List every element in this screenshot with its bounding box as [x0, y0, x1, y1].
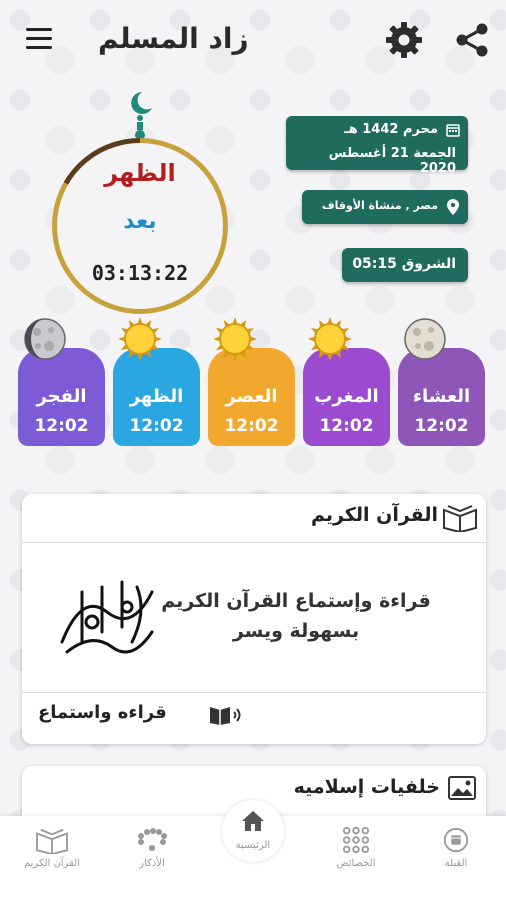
- crescent-ornament-icon: [131, 92, 152, 140]
- read-listen-button[interactable]: قراءه واستماع: [38, 702, 167, 723]
- prayer-time: 12:02: [34, 416, 89, 436]
- prayer-time: 12:02: [224, 416, 279, 436]
- share-icon[interactable]: [452, 20, 492, 60]
- prayer-card[interactable]: العصر 12:02: [208, 348, 295, 446]
- gear-icon[interactable]: [384, 20, 424, 60]
- sun-icon: [213, 317, 257, 361]
- sunrise-pill: الشروق 05:15: [342, 248, 468, 282]
- image-icon: [448, 776, 476, 800]
- nav-quran-label: القرآن الكريم: [23, 858, 80, 869]
- wallpapers-card-title: خلفيات إسلاميه: [293, 776, 440, 798]
- menu-icon[interactable]: [26, 28, 52, 50]
- nav-azkar[interactable]: الأذكار: [112, 826, 192, 869]
- prayer-times-row: الفجر 12:02 الظهر 12:02 العصر 12:02 المغرب 12:0…: [18, 316, 488, 450]
- nav-features[interactable]: الخصائص: [316, 826, 396, 869]
- prayer-beads-icon: [138, 828, 167, 851]
- location-pill[interactable]: مصر , منشاة الأوقاف: [302, 190, 468, 224]
- quran-desc-line2: بسهولة ويسر: [232, 620, 360, 642]
- quran-card[interactable]: القرآن الكريم قراءة وإستماع القرآن الكري…: [22, 494, 486, 744]
- open-quran-icon: [36, 828, 68, 854]
- gregorian-date: الجمعة 21 أغسطس 2020: [328, 146, 456, 176]
- sun-icon: [308, 317, 352, 361]
- divider: [22, 692, 486, 693]
- prayer-name: المغرب: [314, 386, 379, 407]
- date-pill: محرم 1442 هـ الجمعة 21 أغسطس 2020: [286, 116, 468, 176]
- moon-icon: [404, 318, 446, 360]
- prayer-card[interactable]: العشاء 12:02: [398, 348, 485, 446]
- prayer-name: الفجر: [36, 386, 87, 407]
- nav-azkar-label: الأذكار: [139, 858, 165, 869]
- read-listen-icon: [210, 707, 241, 725]
- remaining-label: بعد: [123, 209, 157, 234]
- nav-features-label: الخصائص: [336, 858, 376, 869]
- prayer-card[interactable]: الظهر 12:02: [113, 348, 200, 446]
- prayer-name: العشاء: [412, 386, 471, 407]
- location-pin-icon: [447, 199, 459, 215]
- sun-icon: [118, 317, 162, 361]
- remaining-time: 03:13:22: [91, 261, 189, 285]
- open-quran-icon: [443, 505, 477, 532]
- calendar-icon: [446, 124, 460, 137]
- nav-qibla-label: القبلة: [444, 858, 468, 869]
- nav-quran[interactable]: القرآن الكريم: [12, 826, 92, 869]
- prayer-time: 12:02: [129, 416, 184, 436]
- quran-calligraphy-icon: [60, 580, 154, 654]
- next-prayer-clock: الظهر بعد 03:13:22: [52, 138, 228, 314]
- nav-qibla[interactable]: القبلة: [416, 826, 496, 869]
- prayer-name: الظهر: [129, 386, 184, 407]
- prayer-name: العصر: [225, 386, 278, 407]
- quran-desc-line1: قراءة وإستماع القرآن الكريم: [161, 590, 431, 612]
- qibla-compass-icon: [443, 827, 469, 853]
- quran-card-title: القرآن الكريم: [310, 504, 438, 526]
- hijri-date: محرم 1442 هـ: [344, 122, 438, 137]
- sunrise-text: الشروق 05:15: [352, 256, 456, 272]
- home-icon: [242, 811, 264, 831]
- prayer-card[interactable]: الفجر 12:02: [18, 348, 105, 446]
- prayer-time: 12:02: [414, 416, 469, 436]
- prayer-time: 12:02: [319, 416, 374, 436]
- nav-home-button[interactable]: الرئيسية: [222, 800, 284, 862]
- nav-home-label: الرئيسية: [235, 840, 271, 851]
- divider: [22, 542, 486, 543]
- moon-icon: [24, 318, 66, 360]
- next-prayer-name: الظهر: [104, 159, 176, 187]
- top-bar: زاد المسلم: [0, 0, 506, 84]
- grid-icon: [342, 826, 370, 854]
- location-text: مصر , منشاة الأوقاف: [321, 199, 438, 212]
- prayer-card[interactable]: المغرب 12:02: [303, 348, 390, 446]
- app-title: زاد المسلم: [98, 22, 249, 55]
- quran-description: قراءة وإستماع القرآن الكريم بسهولة ويسر: [146, 586, 446, 646]
